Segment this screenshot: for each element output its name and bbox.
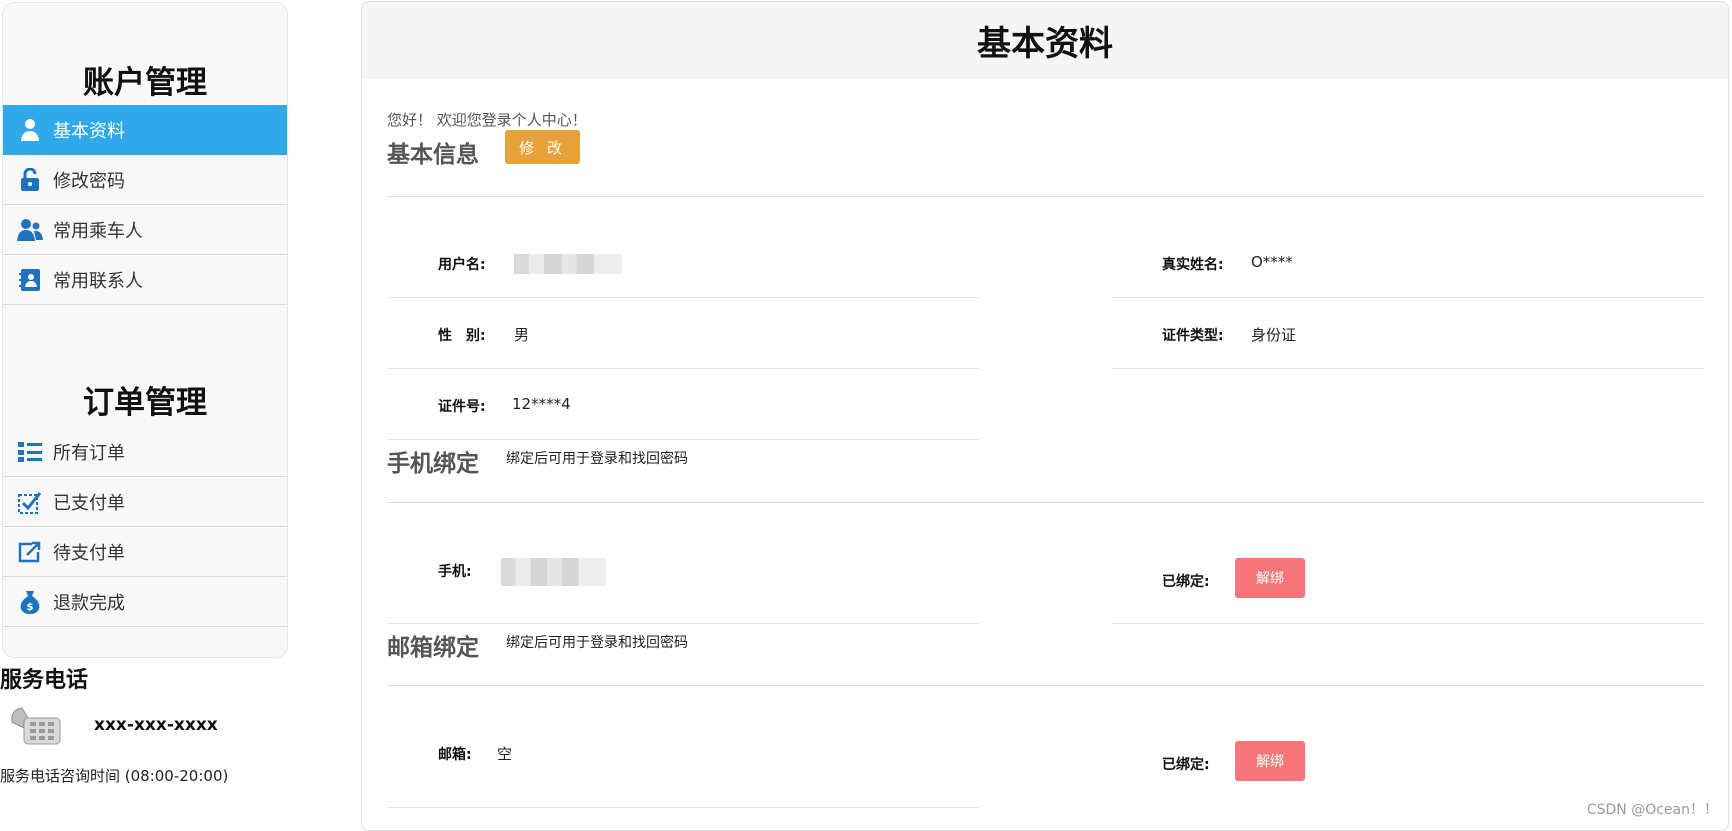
share-external-icon (17, 539, 43, 565)
sidebar-item-label: 常用联系人 (53, 270, 143, 292)
sidebar-item-pending-orders[interactable]: 待支付单 (3, 527, 287, 577)
phone-unbind-button[interactable]: 解绑 (1235, 558, 1305, 598)
sidebar-item-label: 所有订单 (53, 442, 125, 464)
list-icon (17, 439, 43, 465)
divider (387, 502, 1704, 503)
gender-value: 男 (514, 326, 530, 344)
users-icon (17, 217, 43, 243)
welcome-text: 您好！ 欢迎您登录个人中心！ (387, 111, 587, 129)
email-status-label: 已绑定: (1162, 757, 1210, 773)
telephone-icon (8, 704, 68, 750)
idno-value: 12****4 (512, 395, 571, 413)
row-divider (1111, 623, 1704, 624)
sidebar-item-label: 基本资料 (53, 120, 125, 142)
divider (387, 196, 1704, 197)
divider (387, 685, 1704, 686)
sidebar-item-contacts[interactable]: 常用联系人 (3, 255, 287, 305)
sidebar: 账户管理 基本资料 修改密码 常用乘车人 常用联系人 订单管理 所有订单 已支付… (2, 2, 288, 658)
email-value: 空 (497, 745, 513, 763)
phone-status-label: 已绑定: (1162, 574, 1210, 590)
row-divider (1111, 368, 1704, 369)
row-divider (387, 623, 979, 624)
realname-label: 真实姓名: (1162, 257, 1224, 273)
sidebar-item-refunded[interactable]: $ 退款完成 (3, 577, 287, 627)
idtype-value: 身份证 (1251, 326, 1297, 344)
user-icon (17, 117, 43, 143)
sidebar-item-all-orders[interactable]: 所有订单 (3, 427, 287, 477)
row-divider (387, 439, 979, 440)
email-binding-hint: 绑定后可用于登录和找回密码 (506, 635, 688, 651)
username-label: 用户名: (438, 257, 486, 273)
main-header: 基本资料 (362, 2, 1728, 79)
row-divider (387, 368, 979, 369)
phone-binding-title: 手机绑定 (387, 451, 479, 477)
unlock-icon (17, 167, 43, 193)
sidebar-item-label: 待支付单 (53, 542, 125, 564)
order-menu: 所有订单 已支付单 待支付单 $ 退款完成 (3, 427, 287, 627)
sidebar-item-label: 修改密码 (53, 170, 125, 192)
account-management-title: 账户管理 (83, 65, 207, 101)
email-binding-title: 邮箱绑定 (387, 635, 479, 661)
edit-button[interactable]: 修 改 (505, 130, 580, 164)
order-management-title: 订单管理 (83, 385, 207, 421)
row-divider (1111, 297, 1704, 298)
checked-box-icon (17, 489, 43, 515)
service-hours: 服务电话咨询时间 (08:00-20:00) (0, 767, 229, 785)
main-panel: 基本资料 您好！ 欢迎您登录个人中心！ 基本信息 修 改 用户名: 真实姓名: … (361, 1, 1729, 831)
sidebar-item-label: 退款完成 (53, 592, 125, 614)
idno-label: 证件号: (438, 399, 486, 415)
phone-binding-hint: 绑定后可用于登录和找回密码 (506, 451, 688, 467)
idtype-label: 证件类型: (1162, 328, 1224, 344)
contact-book-icon (17, 267, 43, 293)
realname-value: O**** (1251, 253, 1293, 271)
svg-text:$: $ (27, 602, 34, 613)
account-menu: 基本资料 修改密码 常用乘车人 常用联系人 (3, 105, 287, 305)
sidebar-item-basic-info[interactable]: 基本资料 (3, 105, 287, 155)
service-phone-number: xxx-xxx-xxxx (94, 715, 218, 735)
sidebar-item-label: 常用乘车人 (53, 220, 143, 242)
sidebar-item-paid-orders[interactable]: 已支付单 (3, 477, 287, 527)
row-divider (387, 807, 979, 808)
row-divider (387, 297, 979, 298)
gender-label: 性 别: (438, 328, 486, 344)
sidebar-item-label: 已支付单 (53, 492, 125, 514)
sidebar-item-change-password[interactable]: 修改密码 (3, 155, 287, 205)
email-unbind-button[interactable]: 解绑 (1235, 741, 1305, 781)
sidebar-item-passengers[interactable]: 常用乘车人 (3, 205, 287, 255)
username-value-blurred (514, 254, 622, 274)
phone-value-blurred (501, 558, 606, 586)
basic-info-title: 基本信息 (387, 142, 479, 168)
phone-label: 手机: (438, 564, 472, 580)
service-phone-title: 服务电话 (0, 668, 89, 693)
page-title: 基本资料 (977, 24, 1113, 64)
money-bag-icon: $ (17, 589, 43, 615)
email-label: 邮箱: (438, 747, 472, 763)
watermark: CSDN @Ocean！！ (1586, 802, 1718, 818)
